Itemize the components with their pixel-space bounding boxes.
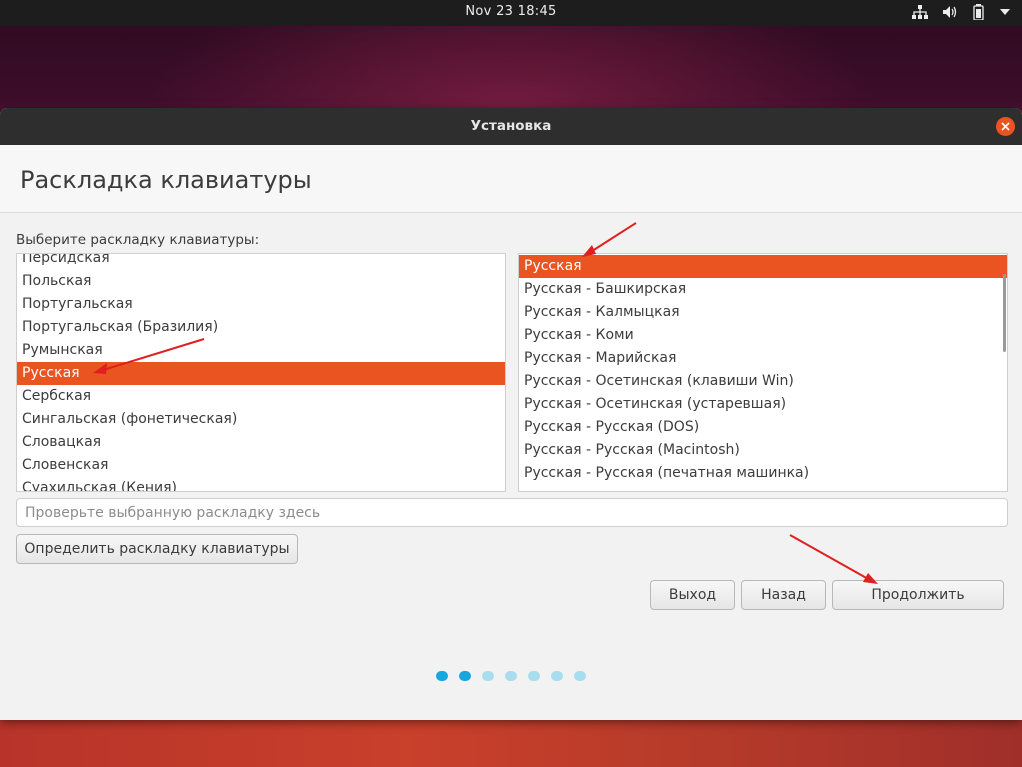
layout-test-input[interactable] bbox=[16, 498, 1008, 527]
keyboard-layout-list[interactable]: Персидская Польская Португальская Португаль… bbox=[16, 253, 506, 492]
variant-list-item[interactable]: Русская - Русская (Macintosh) bbox=[519, 439, 1007, 462]
page-header: Раскладка клавиатуры bbox=[0, 145, 1022, 213]
layout-prompt-label: Выберите раскладку клавиатуры: bbox=[16, 232, 260, 248]
variant-list-item[interactable]: Русская bbox=[519, 255, 1007, 278]
layout-list-item[interactable]: Сербская bbox=[17, 385, 505, 408]
quit-button[interactable]: Выход bbox=[650, 580, 735, 610]
progress-dot bbox=[551, 671, 563, 681]
variant-list-item[interactable]: Русская - Русская (печатная машинка) bbox=[519, 462, 1007, 485]
layout-list-item[interactable]: Польская bbox=[17, 270, 505, 293]
installer-window: Установка Раскладка клавиатуры Выберите … bbox=[0, 108, 1022, 720]
page-title: Раскладка клавиатуры bbox=[20, 166, 312, 194]
close-icon bbox=[1001, 122, 1010, 131]
battery-icon[interactable] bbox=[972, 4, 986, 20]
variant-list-item[interactable]: Русская - Русская (DOS) bbox=[519, 416, 1007, 439]
progress-dot bbox=[574, 671, 586, 681]
detect-layout-button[interactable]: Определить раскладку клавиатуры bbox=[16, 534, 298, 564]
layout-list-item[interactable]: Словенская bbox=[17, 454, 505, 477]
variant-list-item[interactable]: Русская - Калмыцкая bbox=[519, 301, 1007, 324]
variant-list-item[interactable]: Русская - Башкирская bbox=[519, 278, 1007, 301]
variant-list-scrollbar[interactable] bbox=[1003, 274, 1006, 352]
window-titlebar[interactable]: Установка bbox=[0, 108, 1022, 145]
variant-list-item[interactable]: Русская - Коми bbox=[519, 324, 1007, 347]
layout-list-item[interactable]: Португальская bbox=[17, 293, 505, 316]
keyboard-variant-list[interactable]: Русская Русская - Башкирская Русская - Кал… bbox=[518, 253, 1008, 492]
layout-list-item[interactable]: Суахильская (Кения) bbox=[17, 477, 505, 491]
progress-dot bbox=[436, 671, 448, 681]
layout-list-item[interactable]: Словацкая bbox=[17, 431, 505, 454]
progress-dots bbox=[436, 671, 586, 681]
network-icon[interactable] bbox=[912, 5, 928, 19]
progress-dot bbox=[459, 671, 471, 681]
close-button[interactable] bbox=[996, 117, 1015, 136]
desktop-wallpaper-strip bbox=[0, 718, 1022, 767]
continue-button[interactable]: Продолжить bbox=[832, 580, 1004, 610]
progress-dot bbox=[528, 671, 540, 681]
layout-list-item[interactable]: Португальская (Бразилия) bbox=[17, 316, 505, 339]
system-tray[interactable] bbox=[912, 4, 1010, 20]
layout-list-item[interactable]: Румынская bbox=[17, 339, 505, 362]
volume-icon[interactable] bbox=[942, 5, 958, 19]
layout-list-item[interactable]: Персидская bbox=[17, 254, 505, 270]
layout-list-item[interactable]: Русская bbox=[17, 362, 505, 385]
variant-list-item[interactable]: Русская - Осетинская (устаревшая) bbox=[519, 393, 1007, 416]
variant-list-item[interactable]: Русская - Осетинская (клавиши Win) bbox=[519, 370, 1007, 393]
layout-list-item[interactable]: Сингальская (фонетическая) bbox=[17, 408, 505, 431]
top-bar: Nov 23 18:45 bbox=[0, 0, 1022, 26]
window-title: Установка bbox=[470, 118, 552, 134]
progress-dot bbox=[482, 671, 494, 681]
system-menu-arrow-icon[interactable] bbox=[1000, 8, 1010, 16]
progress-dot bbox=[505, 671, 517, 681]
variant-list-item[interactable]: Русская - Марийская bbox=[519, 347, 1007, 370]
back-button[interactable]: Назад bbox=[741, 580, 826, 610]
clock[interactable]: Nov 23 18:45 bbox=[0, 4, 1022, 19]
